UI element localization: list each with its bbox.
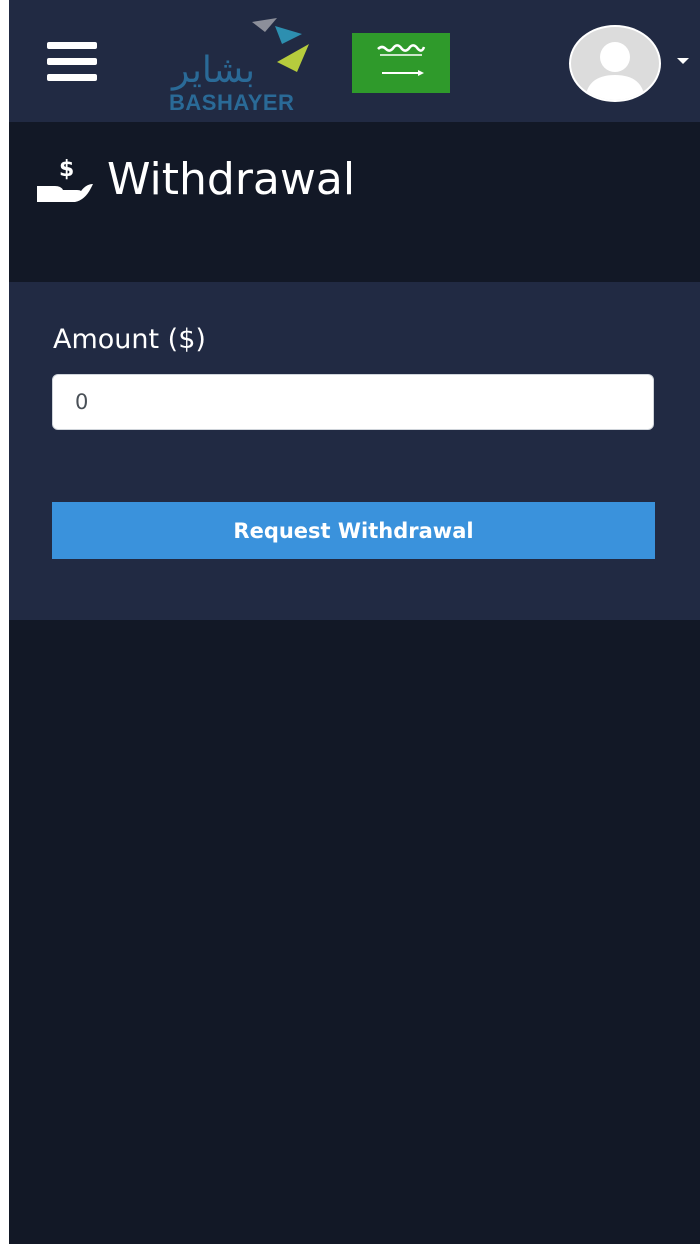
hand-dollar-icon: $ [35,156,95,204]
withdrawal-form-card: Amount ($) Request Withdrawal [9,282,700,620]
page-header: $ Withdrawal [9,122,700,282]
top-navbar: بشاير BASHAYER [9,0,700,122]
hamburger-menu-icon[interactable] [47,42,97,82]
logo-arabic-text: بشاير [170,50,255,91]
logo-text: BASHAYER [169,90,295,115]
amount-input[interactable] [52,374,654,430]
flag-emblem-icon [377,44,426,76]
saudi-arabia-flag[interactable] [352,33,450,93]
svg-text:$: $ [59,157,74,182]
request-withdrawal-button[interactable]: Request Withdrawal [52,502,655,559]
app-shell: بشاير BASHAYER $ Withdrawal Amount ($) 0… [9,0,700,1244]
amount-label: Amount ($) [53,324,206,355]
caret-down-icon[interactable] [677,58,689,64]
page-title: Withdrawal [107,154,356,205]
user-avatar-icon[interactable] [569,25,661,102]
bashayer-logo[interactable]: بشاير BASHAYER [137,14,317,115]
person-silhouette-icon [585,42,645,100]
